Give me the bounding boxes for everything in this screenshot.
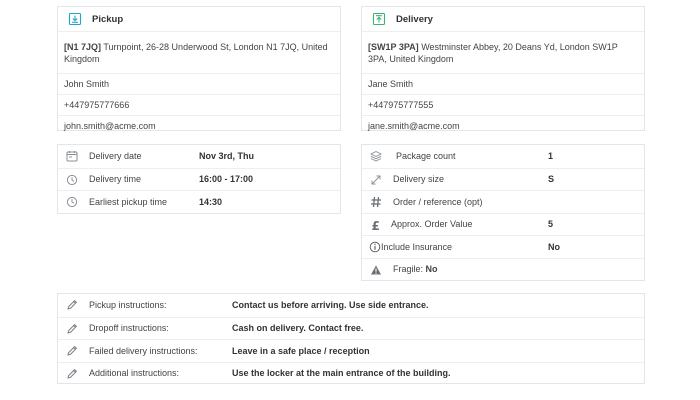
pencil-icon	[66, 368, 78, 380]
insurance-label: Include Insurance	[381, 241, 453, 252]
delivery-email: jane.smith@acme.com	[368, 121, 460, 131]
delivery-time-label: Delivery time	[89, 174, 142, 185]
pickup-header: Pickup	[58, 7, 340, 31]
package-count-row: Package count 1	[362, 145, 644, 168]
package-card: Package count 1 Delivery size S Order / …	[361, 144, 645, 281]
dropoff-instructions-value: Cash on delivery. Contact free.	[232, 323, 364, 334]
pickup-phone: +447975777666	[64, 100, 130, 110]
info-icon	[369, 241, 381, 253]
pickup-instructions-value: Contact us before arriving. Use side ent…	[232, 300, 429, 311]
delivery-postcode: [SW1P 3PA]	[368, 41, 419, 52]
delivery-card: Delivery [SW1P 3PA] Westminster Abbey, 2…	[361, 6, 645, 131]
dropoff-instructions-row: Dropoff instructions: Cash on delivery. …	[58, 316, 644, 340]
clock-icon	[66, 196, 78, 208]
delivery-time-value: 16:00 - 17:00	[199, 174, 254, 185]
pickup-contact-name: John Smith	[64, 79, 110, 89]
pickup-email: john.smith@acme.com	[64, 121, 156, 131]
calendar-icon	[66, 150, 78, 162]
delivery-date-value: Nov 3rd, Thu	[199, 151, 255, 162]
delivery-email-row: jane.smith@acme.com	[362, 115, 644, 136]
order-reference-label: Order / reference (opt)	[393, 196, 483, 207]
dropoff-instructions-label: Dropoff instructions:	[89, 323, 169, 334]
pickup-postcode: [N1 7JQ]	[64, 41, 102, 52]
delivery-date-label: Delivery date	[89, 151, 142, 162]
delivery-upload-icon	[372, 12, 386, 26]
delivery-size-value: S	[548, 174, 555, 185]
delivery-contact-name: Jane Smith	[368, 79, 414, 89]
package-count-label: Package count	[396, 151, 456, 162]
pickup-download-icon	[68, 12, 82, 26]
svg-text:£: £	[372, 219, 380, 231]
pencil-icon	[66, 299, 78, 311]
delivery-address: [SW1P 3PA] Westminster Abbey, 20 Deans Y…	[362, 41, 644, 65]
delivery-phone: +447975777555	[368, 100, 434, 110]
additional-instructions-value: Use the locker at the main entrance of t…	[232, 368, 451, 379]
clock-icon	[66, 174, 78, 186]
delivery-title: Delivery	[396, 13, 433, 25]
delivery-date-row: Delivery date Nov 3rd, Thu	[58, 145, 340, 168]
additional-instructions-row: Additional instructions: Use the locker …	[58, 361, 644, 385]
warning-icon	[370, 264, 382, 276]
delivery-name-row: Jane Smith	[362, 73, 644, 94]
pencil-icon	[66, 345, 78, 357]
pickup-title: Pickup	[92, 13, 124, 25]
pickup-instructions-label: Pickup instructions:	[89, 300, 167, 311]
order-value-value: 5	[548, 219, 554, 230]
order-value-row: £ Approx. Order Value 5	[362, 212, 644, 236]
pickup-name-row: John Smith	[58, 73, 340, 94]
hash-icon	[370, 196, 382, 208]
pickup-address: [N1 7JQ] Turnpoint, 26-28 Underwood St, …	[58, 41, 340, 65]
pickup-address-text: Turnpoint, 26-28 Underwood St, London N1…	[64, 41, 328, 64]
additional-instructions-label: Additional instructions:	[89, 368, 180, 379]
instructions-card: Pickup instructions: Contact us before a…	[57, 293, 645, 384]
delivery-header: Delivery	[362, 7, 644, 31]
fragile-text: Fragile: No	[393, 264, 438, 274]
failed-delivery-instructions-value: Leave in a safe place / reception	[232, 345, 370, 356]
fragile-value: No	[425, 264, 438, 275]
schedule-card: Delivery date Nov 3rd, Thu Delivery time…	[57, 144, 341, 214]
fragile-row: Fragile: No	[362, 257, 644, 281]
delivery-size-label: Delivery size	[393, 174, 445, 185]
earliest-pickup-value: 14:30	[199, 196, 223, 207]
delivery-address-row: [SW1P 3PA] Westminster Abbey, 20 Deans Y…	[362, 31, 644, 73]
pickup-card: Pickup [N1 7JQ] Turnpoint, 26-28 Underwo…	[57, 6, 341, 131]
pickup-email-row: john.smith@acme.com	[58, 115, 340, 136]
delivery-size-row: Delivery size S	[362, 167, 644, 191]
failed-delivery-instructions-row: Failed delivery instructions: Leave in a…	[58, 339, 644, 362]
pound-icon: £	[370, 219, 382, 231]
fragile-label: Fragile:	[393, 264, 424, 275]
earliest-pickup-label: Earliest pickup time	[89, 196, 168, 207]
pickup-address-row: [N1 7JQ] Turnpoint, 26-28 Underwood St, …	[58, 31, 340, 73]
insurance-value: No	[548, 241, 560, 252]
earliest-pickup-row: Earliest pickup time 14:30	[58, 190, 340, 213]
insurance-row: Include Insurance No	[362, 235, 644, 258]
pickup-phone-row: +447975777666	[58, 94, 340, 115]
delivery-time-row: Delivery time 16:00 - 17:00	[58, 167, 340, 191]
resize-icon	[370, 174, 382, 186]
pencil-icon	[66, 323, 78, 335]
pickup-instructions-row: Pickup instructions: Contact us before a…	[58, 294, 644, 317]
boxes-icon	[370, 150, 382, 162]
order-reference-row: Order / reference (opt)	[362, 190, 644, 213]
order-value-label: Approx. Order Value	[391, 219, 473, 230]
delivery-phone-row: +447975777555	[362, 94, 644, 115]
failed-delivery-instructions-label: Failed delivery instructions:	[89, 345, 198, 356]
package-count-value: 1	[548, 151, 554, 162]
